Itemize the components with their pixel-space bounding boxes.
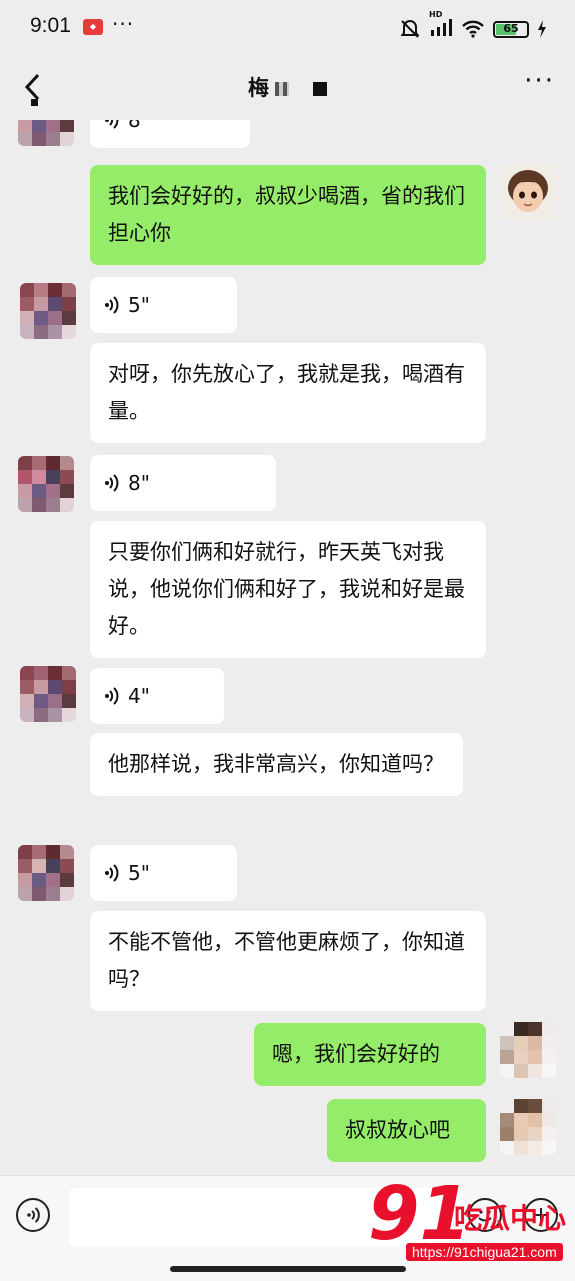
status-time: 9:01 [30,14,71,37]
voice-message[interactable]: 5" [90,277,237,333]
chat-more-button[interactable]: ··· [524,66,555,96]
voice-wave-icon [105,296,119,314]
notification-more: ··· [112,12,135,36]
contact-avatar[interactable] [18,456,74,512]
incoming-message[interactable]: 他那样说，我非常高兴，你知道吗？ [90,733,463,796]
battery-icon: 65 [493,20,529,38]
voice-duration: 4" [128,684,150,708]
chat-area[interactable]: 8" 我们会好好的，叔叔少喝酒，省的我们担心你 5" 对呀，你先放心了，我就是我… [0,120,575,1175]
charging-icon [538,20,546,38]
app-notification-icon: ◆ [83,19,103,35]
voice-message[interactable]: 8" [90,120,250,148]
my-avatar[interactable] [500,1099,556,1155]
contact-avatar[interactable] [20,283,76,339]
voice-message[interactable]: 8" [90,455,276,511]
voice-wave-icon [27,1207,40,1223]
mute-bell-icon [400,20,420,38]
incoming-message[interactable]: 不能不管他，不管他更麻烦了，你知道吗？ [90,911,486,1011]
voice-input-button[interactable] [16,1198,50,1232]
voice-message[interactable]: 5" [90,845,237,901]
voice-duration: 8" [128,120,150,132]
watermark: 91 吃瓜中心 https://91chigua21.com [368,1171,573,1271]
voice-wave-icon [105,687,119,705]
incoming-message[interactable]: 对呀，你先放心了，我就是我，喝酒有量。 [90,343,486,443]
voice-wave-icon [105,864,119,882]
voice-duration: 8" [128,471,150,495]
contact-avatar[interactable] [18,120,74,146]
wifi-icon [462,20,484,38]
my-avatar[interactable] [500,1022,556,1078]
voice-message[interactable]: 4" [90,668,224,724]
status-bar: 9:01 ◆ ··· HD 65 [0,0,575,58]
status-icons: HD 65 [399,10,547,40]
outgoing-message[interactable]: 嗯，我们会好好的 [254,1023,486,1086]
contact-avatar[interactable] [18,845,74,901]
outgoing-message[interactable]: 叔叔放心吧 [327,1099,486,1162]
chat-title: 梅 [0,72,575,102]
voice-wave-icon [105,120,119,129]
signal-icon: HD [429,10,453,40]
watermark-url: https://91chigua21.com [406,1243,563,1261]
chat-header: 梅 ··· [0,58,575,120]
watermark-name: 吃瓜中心 [454,1202,567,1235]
voice-wave-icon [105,474,119,492]
outgoing-message[interactable]: 我们会好好的，叔叔少喝酒，省的我们担心你 [90,165,486,265]
voice-duration: 5" [128,293,150,317]
contact-avatar[interactable] [20,666,76,722]
voice-duration: 5" [128,861,150,885]
my-avatar[interactable] [500,164,556,220]
network-label: HD [429,10,443,19]
incoming-message[interactable]: 只要你们俩和好就行，昨天英飞对我说，他说你们俩和好了，我说和好是最好。 [90,521,486,658]
